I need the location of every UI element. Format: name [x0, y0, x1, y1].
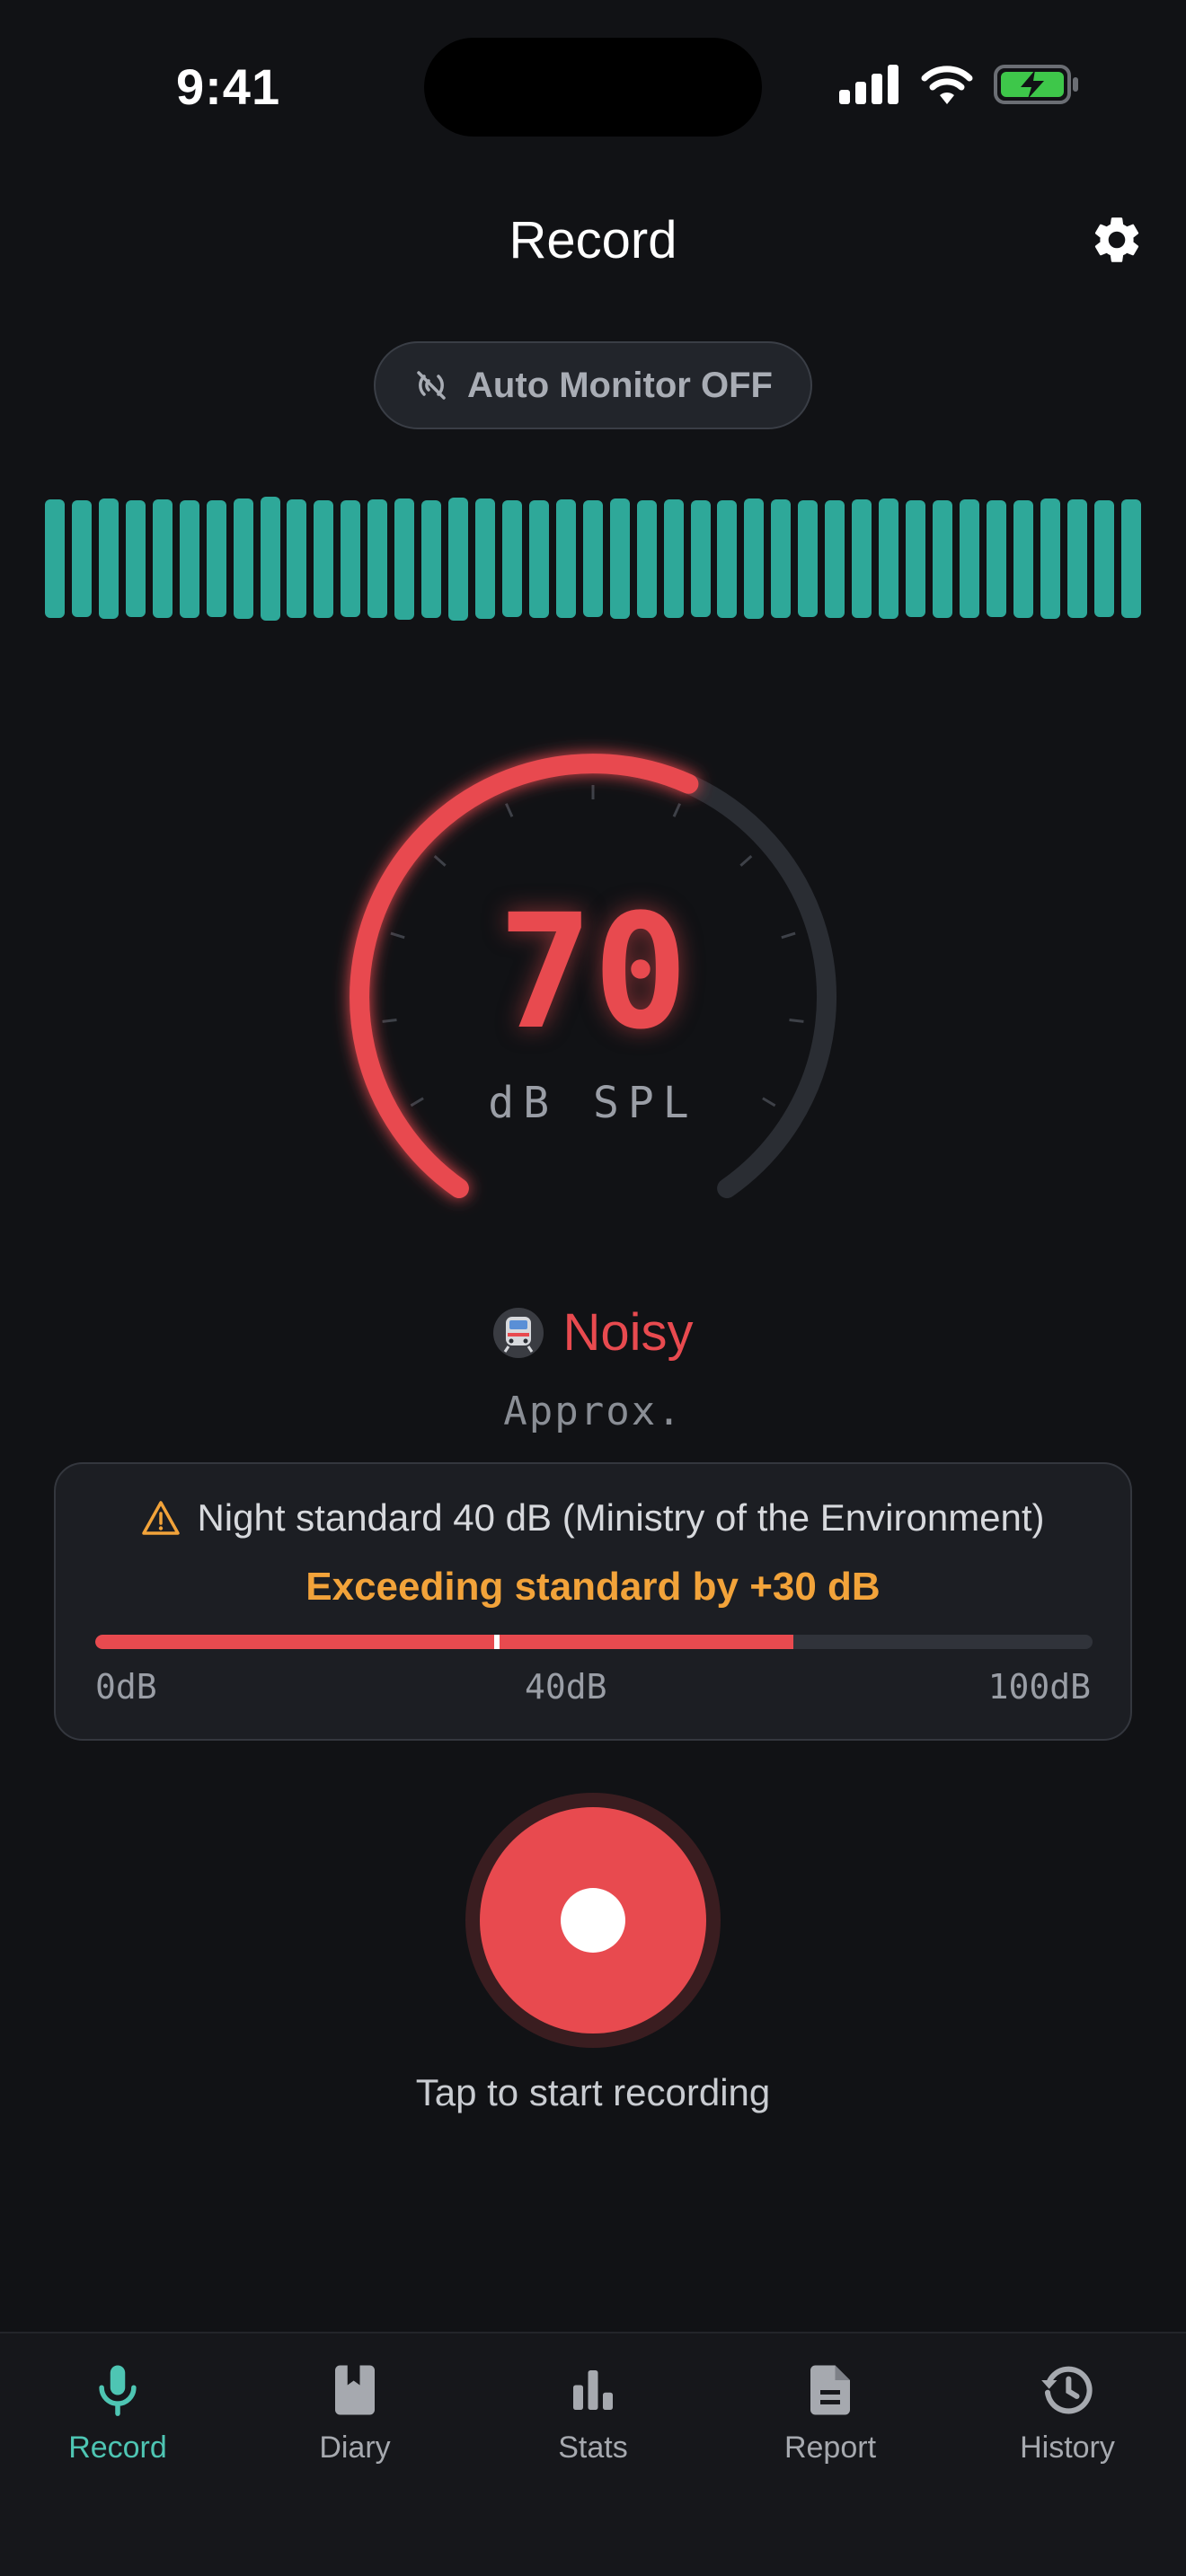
- record-screen: 9:41 Record Auto Monitor OFF 70 dB SPL N…: [0, 0, 1186, 2576]
- level-bar: [367, 499, 388, 618]
- level-bar: [98, 498, 119, 619]
- scale-mid: 40dB: [525, 1667, 607, 1707]
- auto-monitor-toggle[interactable]: Auto Monitor OFF: [374, 341, 812, 429]
- level-bar: [233, 498, 253, 619]
- level-bar: [798, 500, 819, 617]
- level-bar: [1067, 499, 1087, 618]
- cellular-signal-icon: [839, 65, 898, 104]
- document-icon: [810, 2365, 850, 2415]
- level-bar: [341, 500, 361, 617]
- level-bar: [906, 500, 925, 617]
- battery-charging-icon: [994, 65, 1078, 104]
- level-bar: [879, 498, 899, 619]
- level-bar: [394, 498, 415, 620]
- wifi-icon: [921, 66, 973, 104]
- level-bar: [287, 499, 307, 618]
- tab-report[interactable]: Report: [740, 2360, 920, 2466]
- level-bar: [152, 499, 173, 618]
- standard-marker: [494, 1635, 500, 1649]
- level-bar: [744, 498, 765, 619]
- gauge-tick: [672, 803, 681, 817]
- exceed-text: Exceeding standard by +30 dB: [305, 1565, 881, 1609]
- tab-diary[interactable]: Diary: [265, 2360, 445, 2466]
- noise-meter: [95, 1635, 1093, 1649]
- level-bar: [45, 499, 65, 618]
- level-bar: [528, 499, 549, 618]
- level-bar: [582, 500, 603, 617]
- sound-level-bars: [45, 494, 1141, 623]
- level-bar: [71, 500, 92, 617]
- level-bar: [852, 499, 872, 618]
- signal-off-icon: [417, 371, 446, 400]
- level-bar: [636, 499, 657, 618]
- level-bar: [448, 497, 469, 621]
- scale-min: 0dB: [95, 1667, 157, 1707]
- level-bar: [690, 500, 711, 617]
- level-bar: [1093, 500, 1114, 617]
- level-bar: [959, 499, 979, 618]
- level-bar: [314, 499, 334, 618]
- standard-heading-row: Night standard 40 dB (Ministry of the En…: [56, 1496, 1130, 1539]
- bar-chart-icon: [573, 2370, 613, 2410]
- gauge-tick: [433, 854, 447, 867]
- db-gauge: 70: [323, 728, 863, 1231]
- level-bar: [501, 500, 522, 617]
- record-dot-icon: [561, 1888, 625, 1953]
- tab-record-label: Record: [68, 2430, 167, 2465]
- tab-stats-label: Stats: [558, 2430, 628, 2465]
- level-bar: [206, 500, 226, 617]
- warning-icon: [142, 1501, 181, 1535]
- level-bar: [825, 499, 845, 618]
- level-bar: [932, 499, 952, 618]
- noise-level: Noisy: [0, 1302, 1186, 1363]
- level-bar: [421, 499, 442, 618]
- level-bar: [986, 500, 1006, 617]
- history-icon: [1041, 2366, 1093, 2414]
- level-bar: [475, 498, 495, 619]
- scale-max: 100dB: [987, 1667, 1091, 1707]
- level-bar: [663, 499, 684, 618]
- level-bar: [555, 499, 576, 618]
- noise-meter-fill: [95, 1635, 793, 1649]
- tab-history[interactable]: History: [978, 2360, 1157, 2466]
- noise-level-label: Noisy: [562, 1303, 694, 1362]
- train-icon: [493, 1307, 544, 1358]
- dynamic-island: [424, 38, 762, 137]
- book-icon: [335, 2365, 375, 2415]
- level-bar: [609, 498, 630, 619]
- settings-gear-icon[interactable]: [1089, 212, 1145, 268]
- approx-note: Approx.: [503, 1389, 683, 1434]
- level-bar: [1013, 499, 1033, 618]
- tab-history-label: History: [1020, 2430, 1115, 2465]
- level-bar: [717, 499, 738, 618]
- gauge-tick: [505, 803, 514, 817]
- night-standard-card: Night standard 40 dB (Ministry of the En…: [54, 1462, 1132, 1741]
- level-bar: [125, 500, 146, 617]
- page-title: Record: [509, 211, 677, 269]
- auto-monitor-label: Auto Monitor OFF: [467, 365, 773, 405]
- level-bar: [1120, 499, 1141, 618]
- status-time: 9:41: [176, 58, 281, 115]
- tab-diary-label: Diary: [319, 2430, 391, 2465]
- level-bar: [1040, 498, 1060, 619]
- level-bar: [260, 497, 280, 621]
- level-bar: [771, 499, 792, 618]
- gauge-unit: dB SPL: [488, 1078, 698, 1128]
- tab-report-label: Report: [783, 2430, 877, 2465]
- status-icons: [839, 63, 1080, 106]
- standard-heading: Night standard 40 dB (Ministry of the En…: [197, 1496, 1045, 1539]
- gauge-value: 70: [498, 880, 688, 1064]
- record-hint: Tap to start recording: [415, 2071, 771, 2113]
- level-bar: [179, 499, 199, 618]
- tab-stats[interactable]: Stats: [503, 2360, 683, 2466]
- microphone-icon: [99, 2365, 137, 2416]
- tab-record[interactable]: Record: [28, 2360, 208, 2466]
- tab-bar: Record Diary Stats Report History: [0, 2332, 1186, 2576]
- gauge-tick: [739, 854, 753, 867]
